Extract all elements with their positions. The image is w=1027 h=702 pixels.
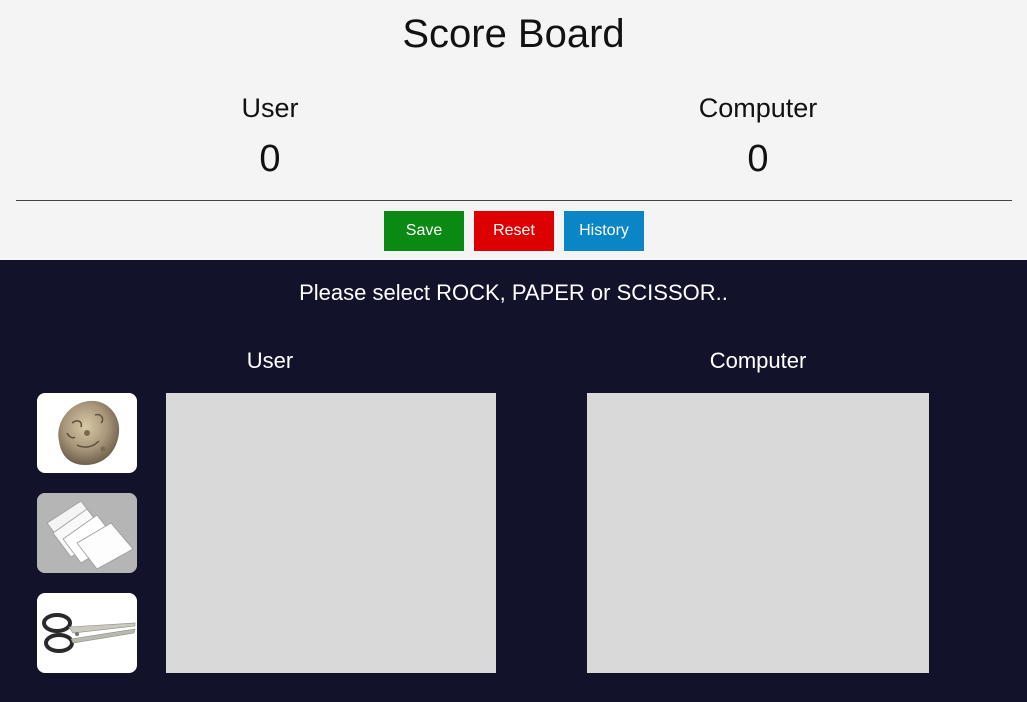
- rock-icon: [58, 400, 120, 465]
- computer-score-label: Computer: [698, 93, 818, 123]
- save-button[interactable]: Save: [384, 211, 464, 251]
- reset-button[interactable]: Reset: [474, 211, 554, 251]
- history-button[interactable]: History: [564, 211, 644, 251]
- game-section: Please select ROCK, PAPER or SCISSOR.. U…: [0, 260, 1027, 702]
- selection-prompt: Please select ROCK, PAPER or SCISSOR..: [299, 280, 728, 305]
- paper-icon: [37, 493, 137, 573]
- paper-choice-button[interactable]: [37, 493, 137, 573]
- user-score-label: User: [241, 93, 299, 123]
- computer-panel-title: Computer: [709, 348, 807, 373]
- scoreboard-section: Score Board User 0 Computer 0 Save Reset…: [0, 0, 1027, 260]
- rock-choice-button[interactable]: [37, 393, 137, 473]
- divider: [16, 200, 1012, 201]
- user-panel-title: User: [246, 348, 294, 373]
- scissor-choice-button[interactable]: [37, 593, 137, 673]
- computer-choice-display: [587, 393, 929, 673]
- user-choice-display: [166, 393, 496, 673]
- page-title: Score Board: [402, 12, 625, 56]
- computer-score-value: 0: [747, 138, 769, 180]
- user-score-value: 0: [259, 138, 281, 180]
- scissor-icon: [42, 613, 136, 653]
